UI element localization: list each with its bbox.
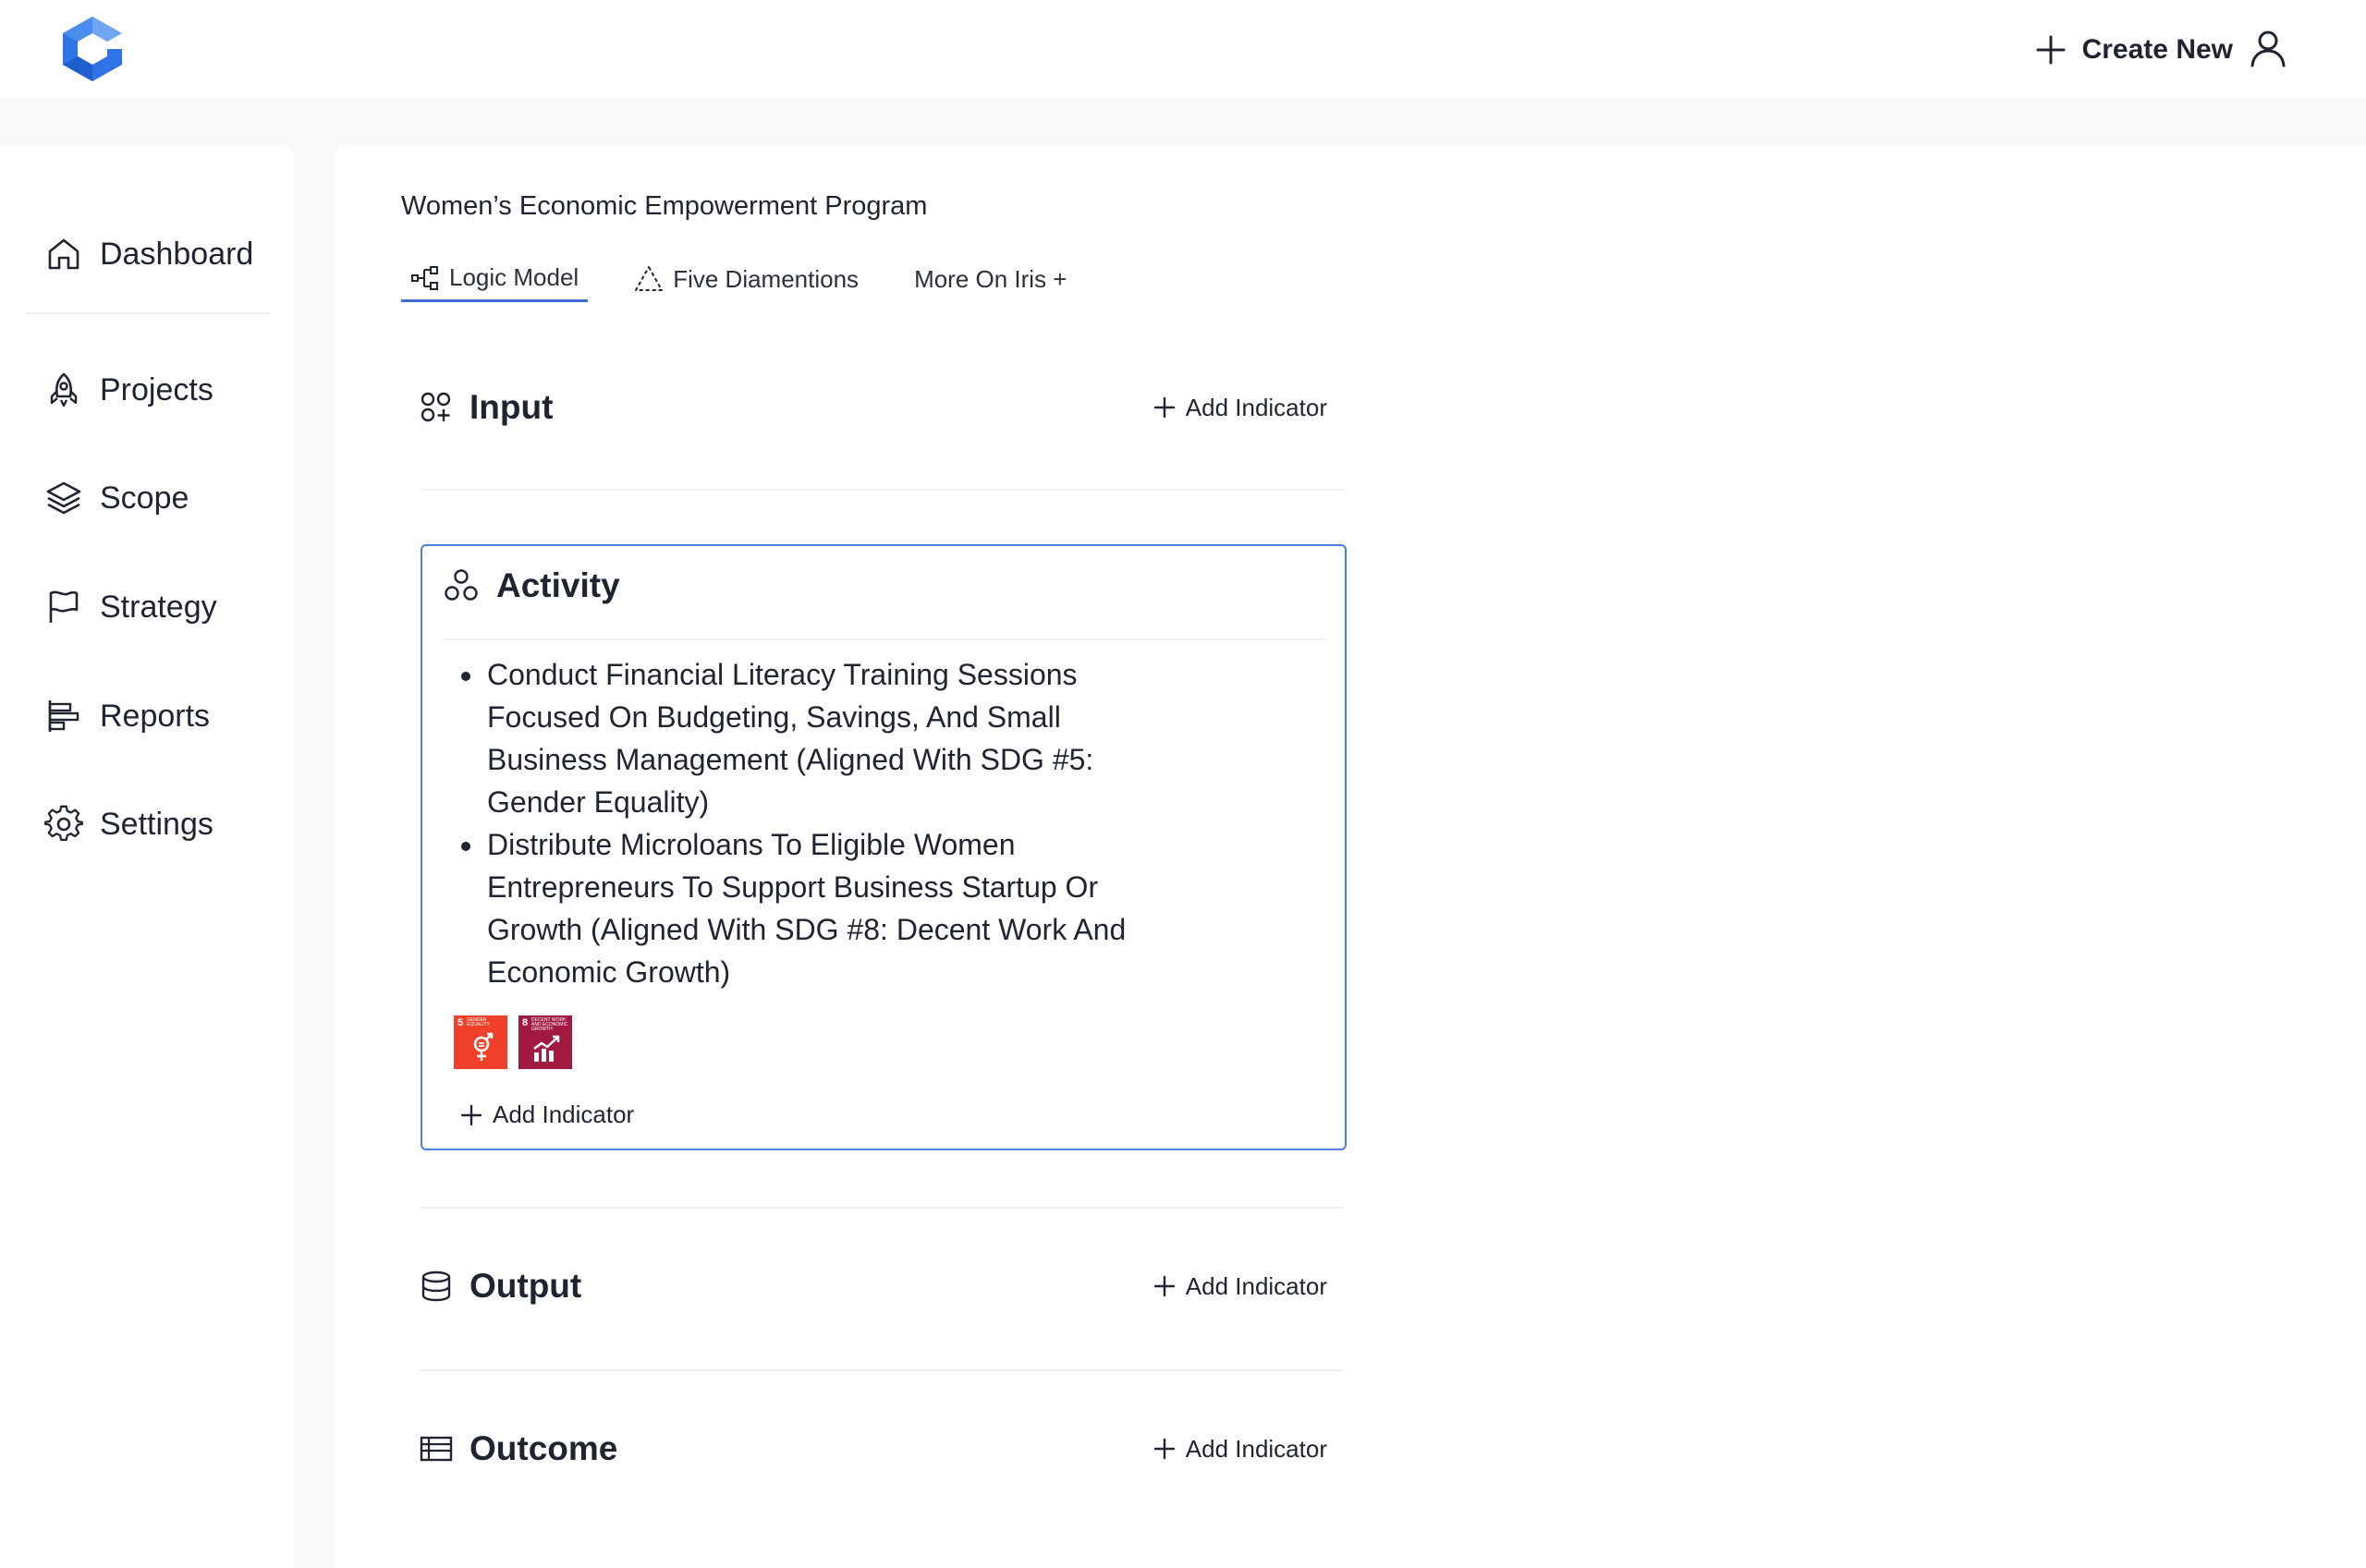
- sidebar-item-settings[interactable]: Settings: [44, 796, 275, 852]
- flag-icon: [49, 590, 79, 623]
- sidebar-item-label: Strategy: [100, 589, 217, 625]
- hierarchy-icon: [411, 265, 438, 290]
- create-new-button[interactable]: Create New: [2034, 28, 2233, 72]
- sidebar-item-strategy[interactable]: Strategy: [44, 579, 275, 635]
- add-indicator-label: Add Indicator: [1185, 393, 1327, 421]
- add-indicator-label: Add Indicator: [493, 1100, 635, 1128]
- top-bar: Create New: [0, 0, 2366, 98]
- add-indicator-label: Add Indicator: [1185, 1271, 1327, 1300]
- card-divider: [443, 638, 1326, 640]
- section-header: Output: [420, 1267, 581, 1306]
- tab-label: More On Iris +: [914, 264, 1067, 293]
- input-icon: [421, 392, 451, 422]
- page-title: Women’s Economic Empowerment Program: [401, 191, 928, 221]
- section-title: Output: [470, 1267, 582, 1305]
- sidebar-item-label: Projects: [100, 371, 213, 407]
- sdg-5-gender-equality-icon: 5 GENDER EQUALITY: [454, 1015, 507, 1069]
- activity-icon: [445, 569, 478, 601]
- sidebar-item-label: Dashboard: [100, 236, 254, 272]
- section-title: Outcome: [470, 1429, 618, 1467]
- section-header: Input: [420, 388, 553, 427]
- sidebar-item-dashboard[interactable]: Dashboard: [44, 226, 275, 282]
- tab-five-diamentions[interactable]: Five Diamentions: [625, 256, 868, 302]
- section-divider: [420, 1207, 1344, 1209]
- add-indicator-button[interactable]: Add Indicator: [1153, 1435, 1327, 1464]
- section-divider: [420, 1369, 1344, 1371]
- plus-icon: [2036, 35, 2066, 65]
- sdg-8-decent-work-icon: 8 DECENT WORK AND ECONOMIC GROWTH: [518, 1015, 572, 1069]
- tab-label: Logic Model: [449, 263, 579, 291]
- plus-icon: [1153, 396, 1175, 419]
- sdg-badges: 5 GENDER EQUALITY 8 DECENT WORK AND ECON…: [454, 1015, 572, 1069]
- create-new-label: Create New: [2081, 34, 2233, 65]
- tab-bar: Logic Model Five Diamentions More On Iri…: [401, 256, 1114, 302]
- sidebar-item-reports[interactable]: Reports: [44, 688, 275, 744]
- table-icon: [420, 1436, 453, 1462]
- list-item: Conduct Financial Literacy Training Sess…: [485, 653, 1151, 823]
- database-icon: [421, 1270, 451, 1302]
- add-indicator-button[interactable]: Add Indicator: [459, 1100, 634, 1129]
- plus-icon: [1153, 1438, 1175, 1460]
- sidebar-item-projects[interactable]: Projects: [44, 362, 275, 418]
- growth-chart-symbol: [533, 1035, 560, 1062]
- rocket-icon: [50, 372, 78, 407]
- section-title: Input: [470, 388, 554, 426]
- section-header: Activity: [443, 566, 620, 605]
- tab-label: Five Diamentions: [673, 264, 860, 293]
- section-divider: [420, 489, 1344, 491]
- list-item: Distribute Microloans To Eligible Women …: [485, 823, 1151, 993]
- add-indicator-label: Add Indicator: [1185, 1434, 1327, 1463]
- layers-icon: [46, 481, 81, 515]
- plus-icon: [1153, 1275, 1175, 1297]
- triangle-icon: [635, 266, 664, 291]
- plus-icon: [460, 1104, 482, 1125]
- sidebar-item-label: Scope: [100, 480, 189, 516]
- add-indicator-button[interactable]: Add Indicator: [1153, 1272, 1327, 1301]
- logo-icon[interactable]: [59, 15, 126, 83]
- activity-card[interactable]: Activity Conduct Financial Literacy Trai…: [421, 544, 1347, 1150]
- section-header: Outcome: [420, 1429, 617, 1468]
- sidebar-divider: [24, 312, 272, 314]
- sidebar-item-scope[interactable]: Scope: [44, 470, 275, 526]
- section-title: Activity: [496, 566, 620, 604]
- sidebar: Dashboard Projects Scope Strategy Report…: [0, 145, 294, 1568]
- sidebar-item-label: Settings: [100, 806, 213, 842]
- section-outcome: Outcome Add Indicator: [420, 1419, 1344, 1478]
- main-panel: Women’s Economic Empowerment Program Log…: [335, 145, 2366, 1568]
- tab-logic-model[interactable]: Logic Model: [401, 256, 589, 302]
- section-input: Input Add Indicator: [420, 378, 1344, 437]
- tab-more-on-iris[interactable]: More On Iris +: [905, 256, 1076, 302]
- section-output: Output Add Indicator: [420, 1257, 1344, 1316]
- activity-list: Conduct Financial Literacy Training Sess…: [456, 653, 1151, 993]
- sidebar-item-label: Reports: [100, 698, 211, 734]
- gear-icon: [44, 805, 83, 842]
- gender-equality-symbol: [473, 1032, 494, 1061]
- reports-icon: [48, 700, 79, 732]
- home-icon: [48, 238, 79, 270]
- add-indicator-button[interactable]: Add Indicator: [1153, 394, 1327, 422]
- user-icon[interactable]: [2248, 28, 2288, 68]
